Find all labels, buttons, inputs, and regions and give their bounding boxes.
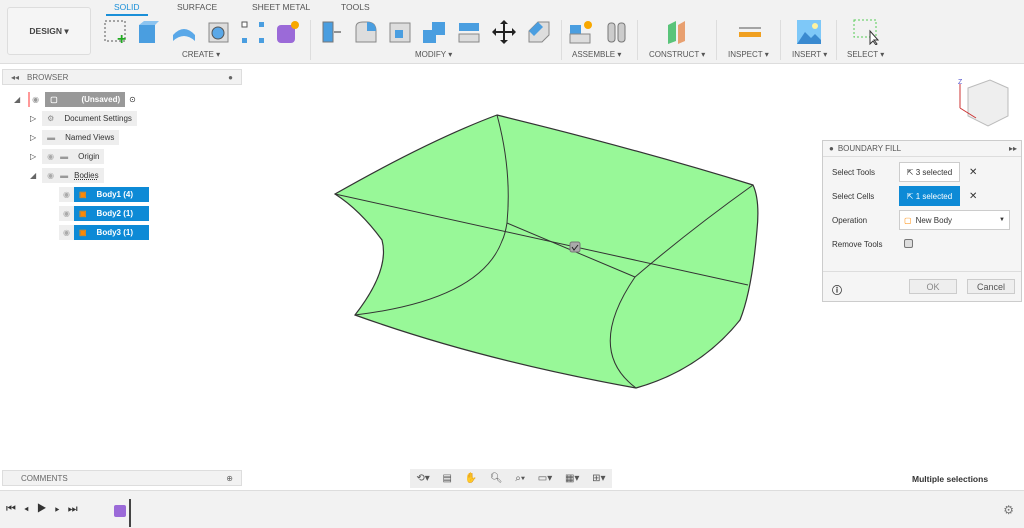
timeline: ⏮◂▶▸⏭ ⚙ [0, 490, 1024, 528]
select-cells-button[interactable]: ⇱ 1 selected [899, 186, 960, 206]
comments-header[interactable]: COMMENTS ⊕ [2, 470, 242, 486]
previous-icon[interactable]: ◂ [24, 503, 37, 515]
timeline-marker[interactable] [129, 499, 131, 527]
expand-icon[interactable]: ▸▸ [1009, 144, 1017, 153]
status-text: Multiple selections [912, 474, 989, 484]
pan-icon[interactable]: ✋ [465, 473, 477, 484]
add-comment-icon[interactable]: ⊕ [226, 474, 233, 483]
operation-label: Operation [832, 216, 868, 225]
look-at-icon[interactable]: ▤ [442, 473, 451, 484]
svg-text:Z: Z [958, 79, 963, 86]
operation-select[interactable]: ▢ New Body ▼ [899, 210, 1010, 230]
display-settings-icon[interactable]: ▭▾ [538, 473, 552, 484]
clear-cells-icon[interactable]: ✕ [969, 191, 977, 202]
boundary-fill-body[interactable] [333, 114, 759, 389]
cursor-icon: ⇱ [906, 167, 916, 177]
remove-tools-checkbox[interactable] [904, 239, 913, 248]
play-icon[interactable]: ▶ [37, 503, 55, 515]
navigation-bar: ⟲▾ ▤ ✋ 🔍︎ ⌕▾ ▭▾ ▦▾ ⊞▾ [410, 469, 612, 488]
viewports-icon[interactable]: ⊞▾ [592, 473, 605, 484]
info-icon[interactable]: ⓘ [832, 282, 842, 297]
cancel-button[interactable]: Cancel [967, 279, 1015, 294]
dialog-collapse-icon[interactable]: ● [829, 144, 834, 153]
settings-gear-icon[interactable]: ⚙ [1003, 503, 1014, 517]
view-cube-icon[interactable]: Z [958, 79, 1009, 127]
select-tools-label: Select Tools [832, 168, 875, 177]
remove-tools-label: Remove Tools [832, 240, 883, 249]
select-tools-button[interactable]: ⇱ 3 selected [899, 162, 960, 182]
ok-button[interactable]: OK [909, 279, 957, 294]
fit-icon[interactable]: ⌕▾ [515, 473, 525, 484]
cursor-icon: ⇱ [906, 191, 916, 201]
last-icon[interactable]: ⏭ [68, 503, 86, 515]
clear-tools-icon[interactable]: ✕ [969, 167, 977, 178]
boundary-fill-dialog: ● BOUNDARY FILL ▸▸ Select Tools ⇱ 3 select… [822, 140, 1022, 302]
first-icon[interactable]: ⏮ [6, 503, 24, 515]
new-body-icon: ▢ [904, 215, 912, 225]
next-icon[interactable]: ▸ [55, 503, 68, 515]
orbit-icon[interactable]: ⟲▾ [416, 473, 429, 484]
timeline-feature-icon[interactable] [114, 505, 126, 517]
grid-icon[interactable]: ▦▾ [565, 473, 579, 484]
dialog-title: BOUNDARY FILL [837, 144, 902, 153]
cell-checkbox[interactable] [569, 241, 581, 253]
select-cells-label: Select Cells [832, 192, 875, 201]
zoom-icon[interactable]: 🔍︎ [490, 473, 503, 484]
